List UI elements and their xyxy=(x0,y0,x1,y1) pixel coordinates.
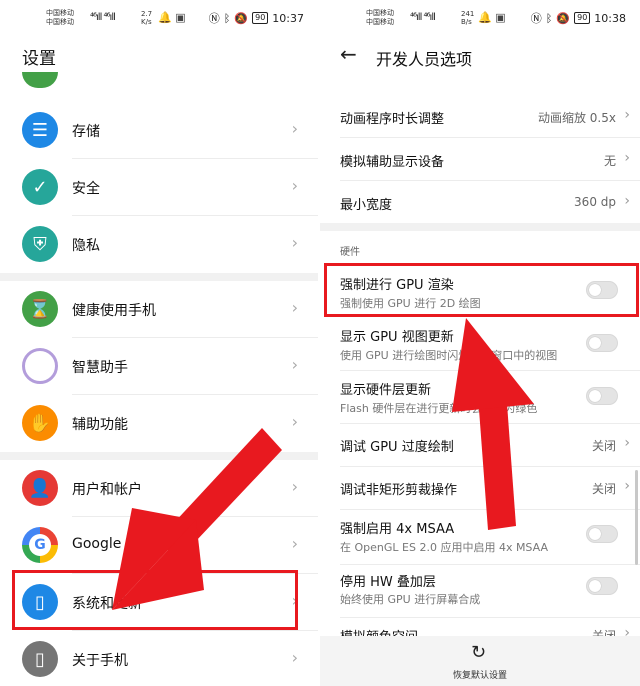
developer-options-screen: 中国移动 中国移动 ⁴⁶ıll ⁴⁶ıll 241 B/s 🔔 ▣ Ⓝ ᛒ 🔕 … xyxy=(320,0,640,686)
red-arrow-annotation xyxy=(112,428,282,610)
arrow-head xyxy=(452,318,534,412)
red-arrow-annotation xyxy=(452,318,534,530)
arrow-shaft xyxy=(478,390,516,530)
settings-screen: 中国移动 中国移动 ⁴⁶ıll ⁴⁶ıll 2.7 K/s 🔔 ▣ Ⓝ ᛒ 🔕 … xyxy=(0,0,318,686)
